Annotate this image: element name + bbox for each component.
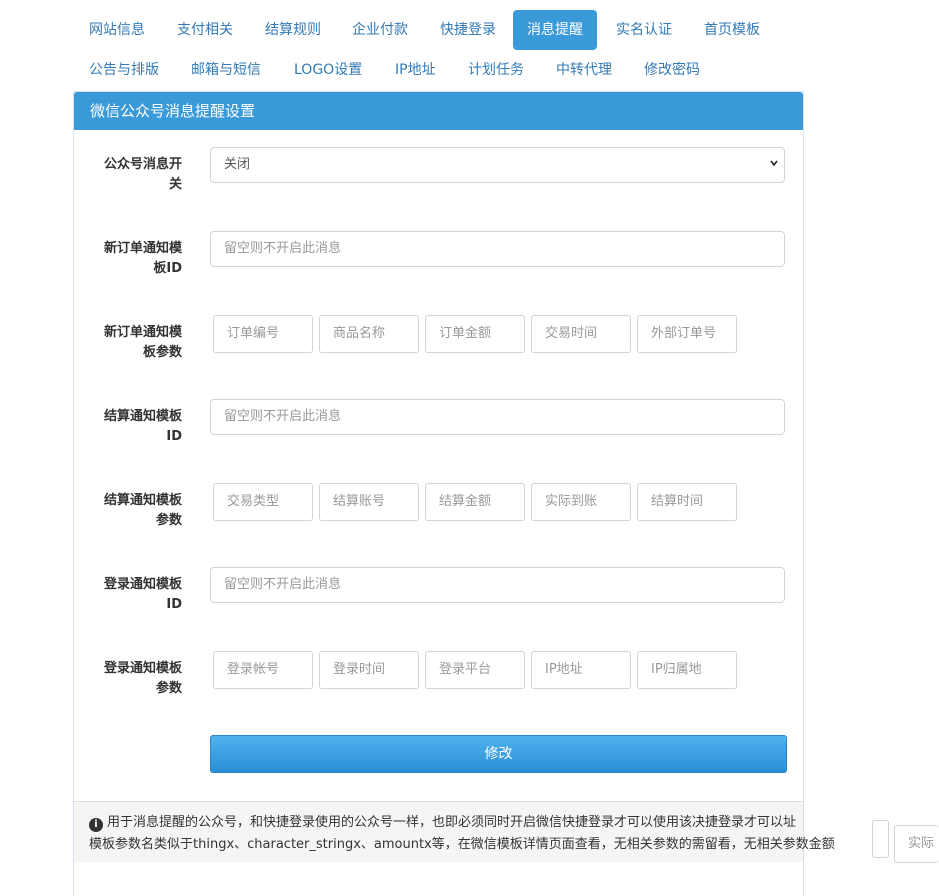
settle-template-label: 结算通知模板 ID [94, 407, 182, 447]
tab-email-sms[interactable]: 邮箱与短信 [177, 50, 275, 90]
login-params-label-line2: 参数 [155, 681, 182, 696]
switch-label-line1: 公众号消息开 [103, 157, 182, 172]
tab-enterprise-payment[interactable]: 企业付款 [338, 10, 422, 50]
login-template-label-line1: 登录通知模板 [103, 577, 182, 592]
overflow-chip-fragment [872, 820, 889, 858]
order-params-label: 新订单通知模 板参数 [94, 323, 182, 363]
order-param-input[interactable]: 订单编号 [213, 315, 313, 353]
panel-title: 微信公众号消息提醒设置 [74, 92, 803, 130]
order-param-input[interactable]: 订单金额 [425, 315, 525, 353]
settle-params-label-line1: 结算通知模板 [103, 493, 182, 508]
tab-quick-login[interactable]: 快捷登录 [426, 10, 510, 50]
order-template-id-input[interactable]: 留空则不开启此消息 [210, 231, 785, 267]
tab-real-name[interactable]: 实名认证 [602, 10, 686, 50]
settle-param-input[interactable]: 结算账号 [319, 483, 419, 521]
tab-payment[interactable]: 支付相关 [163, 10, 247, 50]
overflow-param-input[interactable]: 实际到 [894, 825, 939, 863]
login-param-input[interactable]: 登录平台 [425, 651, 525, 689]
login-params-label: 登录通知模板 参数 [94, 659, 182, 699]
settle-template-label-line1: 结算通知模板 [103, 409, 182, 424]
tab-message-alerts[interactable]: 消息提醒 [513, 10, 597, 50]
tab-announcements[interactable]: 公告与排版 [75, 50, 173, 90]
settle-param-input[interactable]: 实际到账 [531, 483, 631, 521]
order-param-input[interactable]: 交易时间 [531, 315, 631, 353]
switch-label-line2: 关 [168, 177, 182, 192]
help-text: i 用于消息提醒的公众号，和快捷登录使用的公众号一样，也即必须同时开启微信快捷登录… [89, 812, 939, 856]
order-template-label: 新订单通知模 板ID [94, 239, 182, 279]
settle-params-label-line2: 参数 [155, 513, 182, 528]
settle-param-input[interactable]: 结算金额 [425, 483, 525, 521]
select-value: 关闭 [224, 157, 251, 172]
order-params-label-line1: 新订单通知模 [103, 325, 182, 340]
settle-template-label-line2: ID [166, 429, 182, 444]
order-template-label-line1: 新订单通知模 [103, 241, 182, 256]
login-template-id-input[interactable]: 留空则不开启此消息 [210, 567, 785, 603]
tab-site-info[interactable]: 网站信息 [75, 10, 159, 50]
login-template-label-line2: ID [166, 597, 182, 612]
settle-params-label: 结算通知模板 参数 [94, 491, 182, 531]
help-line-2: 模板参数名类似于thingx、character_stringx、amountx… [89, 837, 835, 852]
tab-relay-proxy[interactable]: 中转代理 [542, 50, 626, 90]
help-line-1: i 用于消息提醒的公众号，和快捷登录使用的公众号一样，也即必须同时开启微信快捷登录… [89, 812, 939, 834]
switch-label: 公众号消息开 关 [94, 155, 182, 195]
order-template-label-line2: 板ID [153, 261, 182, 276]
tab-logo[interactable]: LOGO设置 [280, 50, 376, 90]
settle-param-input[interactable]: 结算时间 [637, 483, 737, 521]
submit-button[interactable]: 修改 [210, 735, 787, 773]
help-line-1-text: 用于消息提醒的公众号，和快捷登录使用的公众号一样，也即必须同时开启微信快捷登录才… [107, 815, 797, 830]
tab-settlement-rules[interactable]: 结算规则 [251, 10, 335, 50]
tab-change-password[interactable]: 修改密码 [630, 50, 714, 90]
tab-home-template[interactable]: 首页模板 [690, 10, 774, 50]
order-param-input[interactable]: 商品名称 [319, 315, 419, 353]
tab-ip-address[interactable]: IP地址 [381, 50, 450, 90]
login-template-label: 登录通知模板 ID [94, 575, 182, 615]
message-switch-select[interactable]: 关闭 [210, 147, 785, 183]
settle-template-id-input[interactable]: 留空则不开启此消息 [210, 399, 785, 435]
chevron-down-icon [770, 160, 778, 167]
order-param-input[interactable]: 外部订单号 [637, 315, 737, 353]
info-icon: i [89, 818, 103, 832]
login-param-input[interactable]: IP归属地 [637, 651, 737, 689]
tab-scheduled-tasks[interactable]: 计划任务 [454, 50, 538, 90]
login-param-input[interactable]: 登录时间 [319, 651, 419, 689]
login-param-input[interactable]: 登录帐号 [213, 651, 313, 689]
login-params-label-line1: 登录通知模板 [103, 661, 182, 676]
panel-footer: i 用于消息提醒的公众号，和快捷登录使用的公众号一样，也即必须同时开启微信快捷登录… [74, 801, 835, 862]
login-param-input[interactable]: IP地址 [531, 651, 631, 689]
settle-param-input[interactable]: 交易类型 [213, 483, 313, 521]
wechat-alert-panel: 微信公众号消息提醒设置 公众号消息开 关 关闭 新订单通知模 板ID 留空则不开… [73, 91, 835, 896]
order-params-label-line2: 板参数 [142, 345, 182, 360]
